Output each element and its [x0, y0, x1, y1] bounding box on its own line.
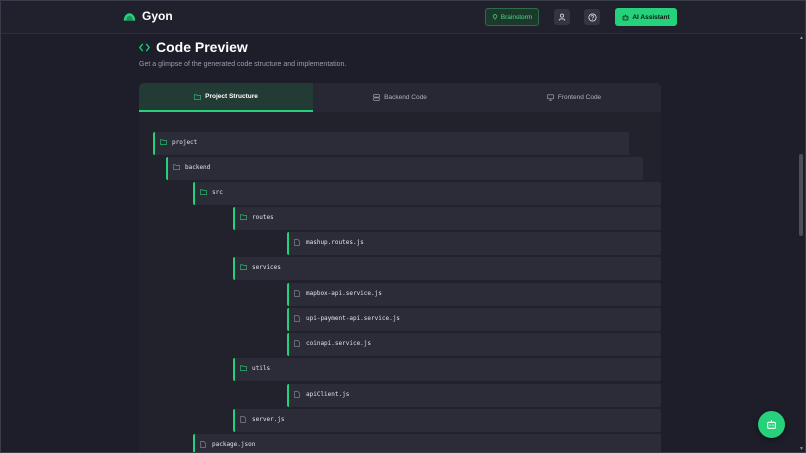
file-icon	[294, 290, 300, 297]
tree-label: package.json	[212, 441, 256, 448]
tree-label: mapbox-api.service.js	[306, 290, 382, 297]
brand-name: Gyon	[142, 9, 173, 23]
monitor-icon	[547, 94, 554, 101]
tree-file-mapbox-service[interactable]: mapbox-api.service.js	[287, 283, 661, 306]
tree-folder-routes[interactable]: routes	[233, 207, 661, 230]
tree-label: backend	[185, 164, 211, 171]
user-icon	[558, 13, 566, 21]
page-title: Code Preview	[156, 39, 248, 55]
top-bar: Gyon Brainstorm AI Assistant	[0, 0, 806, 34]
profile-button[interactable]	[554, 9, 570, 25]
tab-frontend-code[interactable]: Frontend Code	[487, 83, 661, 112]
folder-icon	[173, 164, 180, 170]
ai-assistant-label: AI Assistant	[632, 13, 670, 21]
scroll-thumb[interactable]	[799, 154, 803, 236]
robot-icon	[622, 14, 629, 20]
tree-folder-services[interactable]: services	[233, 257, 661, 280]
tab-label: Project Structure	[205, 93, 258, 100]
scrollbar[interactable]: ▲ ▼	[797, 34, 806, 453]
tree-file-upi-payment-service[interactable]: upi-payment-api.service.js	[287, 308, 661, 331]
file-icon	[240, 416, 246, 423]
help-icon	[587, 12, 597, 22]
help-button[interactable]	[584, 9, 600, 25]
chat-bot-button[interactable]	[758, 411, 785, 438]
scroll-up-arrow[interactable]: ▲	[797, 34, 806, 42]
folder-icon	[160, 139, 167, 145]
tree-folder-backend[interactable]: backend	[166, 157, 643, 180]
tree-label: services	[252, 264, 281, 271]
tree-file-apiclient[interactable]: apiClient.js	[287, 384, 661, 407]
file-icon	[294, 391, 300, 398]
file-icon	[294, 340, 300, 347]
tree-label: coinapi.service.js	[306, 340, 372, 347]
file-icon	[200, 441, 206, 448]
page-subtitle: Get a glimpse of the generated code stru…	[139, 61, 347, 68]
tab-project-structure[interactable]: Project Structure	[139, 83, 313, 112]
tree-label: routes	[252, 214, 274, 221]
tree-file-package-json[interactable]: package.json	[193, 434, 661, 453]
tree-file-server[interactable]: server.js	[233, 409, 661, 432]
page-heading: Code Preview	[139, 39, 248, 55]
tree-label: apiClient.js	[306, 391, 350, 398]
brainstorm-label: Brainstorm	[500, 13, 533, 21]
ai-assistant-button[interactable]: AI Assistant	[615, 8, 677, 26]
folder-icon	[240, 214, 247, 220]
tree-label: server.js	[252, 416, 285, 423]
folder-icon	[200, 189, 207, 195]
tree-label: upi-payment-api.service.js	[306, 315, 400, 322]
tab-backend-code[interactable]: Backend Code	[313, 83, 487, 112]
tree-folder-utils[interactable]: utils	[233, 358, 661, 381]
folder-icon	[194, 93, 202, 100]
tab-label: Backend Code	[384, 94, 427, 101]
tree-label: src	[212, 189, 223, 196]
tree-label: utils	[252, 365, 271, 372]
folder-icon	[240, 365, 247, 371]
file-icon	[294, 315, 300, 322]
tree-label: project	[172, 139, 198, 146]
robot-icon	[767, 420, 776, 429]
logo-icon	[123, 12, 136, 21]
server-icon	[373, 94, 380, 101]
brand[interactable]: Gyon	[123, 9, 173, 23]
tree-file-mashup-routes[interactable]: mashup.routes.js	[287, 232, 661, 255]
tab-label: Frontend Code	[557, 94, 602, 101]
code-icon	[139, 43, 150, 51]
lightbulb-icon	[492, 14, 497, 20]
scroll-down-arrow[interactable]: ▼	[797, 445, 806, 453]
tree-label: mashup.routes.js	[306, 239, 364, 246]
tab-bar: Project Structure Backend Code Frontend …	[139, 83, 661, 112]
folder-icon	[240, 264, 247, 270]
tree-file-coinapi-service[interactable]: coinapi.service.js	[287, 333, 661, 356]
file-icon	[294, 239, 300, 246]
brainstorm-button[interactable]: Brainstorm	[485, 8, 539, 26]
project-tree: project backend src routes mashup.routes…	[139, 112, 661, 453]
tree-folder-src[interactable]: src	[193, 182, 661, 205]
code-preview-panel: Project Structure Backend Code Frontend …	[139, 83, 661, 453]
tree-folder-project[interactable]: project	[153, 132, 629, 155]
